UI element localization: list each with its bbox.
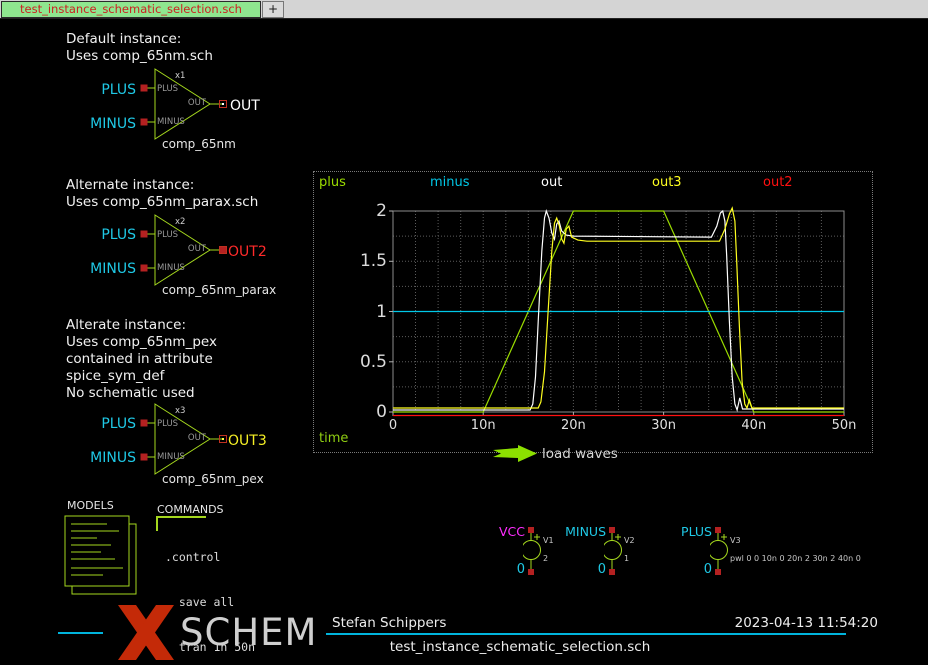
pin-name-minus: MINUS: [157, 452, 185, 462]
y-tick-label: 0: [317, 402, 387, 422]
net-label-plus: PLUS: [74, 416, 136, 432]
title-underline: [326, 633, 846, 635]
net-label-plus: PLUS: [74, 227, 136, 243]
voltage-source-symbol: [604, 527, 628, 575]
x-tick-label: 20n: [548, 418, 598, 433]
instance1-desc-line: Uses comp_65nm.sch: [66, 48, 213, 64]
xschem-logo-text: SCHEM: [180, 611, 317, 654]
x-tick-label: 30n: [639, 418, 689, 433]
timestamp: 2023-04-13 11:54:20: [690, 615, 878, 631]
y-tick-label: 1.5: [317, 251, 387, 271]
pin-name-out: OUT: [176, 433, 206, 443]
legend-out2: out2: [763, 175, 793, 190]
net-label-out: OUT: [230, 98, 260, 114]
instance1-desc-line: Default instance:: [66, 31, 181, 47]
pin-square: [141, 454, 148, 461]
schematic-canvas[interactable]: Default instance: Uses comp_65nm.sch PLU…: [0, 19, 928, 665]
instance-name: x1: [175, 71, 185, 81]
net-label-out3: OUT3: [228, 433, 267, 449]
tab-bar: test_instance_schematic_selection.sch +: [0, 0, 928, 19]
pin-name-out: OUT: [176, 244, 206, 254]
x-tick-label: 40n: [729, 418, 779, 433]
author-name: Stefan Schippers: [332, 615, 446, 631]
xschem-window: test_instance_schematic_selection.sch + …: [0, 0, 928, 665]
net-label-plus: PLUS: [74, 82, 136, 98]
pin-dot: [222, 438, 224, 440]
source-value: 1: [624, 554, 629, 563]
instance2-desc-line: Uses comp_65nm_parax.sch: [66, 194, 258, 210]
pin-square: [141, 119, 148, 126]
net-label-plus: PLUS: [650, 524, 712, 539]
net-label-gnd: 0: [463, 562, 525, 577]
x-tick-label: 10n: [458, 418, 508, 433]
net-label-minus: MINUS: [74, 261, 136, 277]
legend-plus: plus: [319, 175, 346, 190]
y-tick-label: 0.5: [317, 352, 387, 372]
net-label-minus: MINUS: [544, 524, 606, 539]
pin-square: [141, 420, 148, 427]
pin-name-plus: PLUS: [157, 230, 178, 240]
instance3-desc-line: contained in attribute: [66, 351, 213, 367]
instance-name: x2: [175, 217, 185, 227]
pin-name-plus: PLUS: [157, 419, 178, 429]
pin-square: [141, 231, 148, 238]
instance3-desc-line: Alterate instance:: [66, 317, 186, 333]
net-label-vcc: VCC: [463, 524, 525, 539]
instance2-desc-line: Alternate instance:: [66, 177, 194, 193]
code-line: save all: [165, 595, 477, 610]
legend-out: out: [541, 175, 562, 190]
x-tick-label: 50n: [819, 418, 869, 433]
instance-name: x3: [175, 406, 185, 416]
tab-active-schematic[interactable]: test_instance_schematic_selection.sch: [1, 1, 261, 18]
pin-name-minus: MINUS: [157, 117, 185, 127]
legend-out3: out3: [652, 175, 682, 190]
code-line: .control: [165, 550, 477, 565]
net-label-out2: OUT2: [228, 244, 267, 260]
net-label-gnd: 0: [650, 562, 712, 577]
instance3-desc-line: spice_sym_def: [66, 368, 164, 384]
net-label-minus: MINUS: [74, 116, 136, 132]
waveform-plot-svg: [314, 172, 872, 452]
pin-name-out: OUT: [176, 98, 206, 108]
net-label-minus: MINUS: [74, 450, 136, 466]
new-tab-button[interactable]: +: [262, 1, 284, 18]
instance3-desc-line: Uses comp_65nm_pex: [66, 334, 217, 350]
source-name: V3: [730, 536, 741, 545]
symbol-name: comp_65nm_pex: [162, 472, 264, 486]
commands-label: COMMANDS: [157, 503, 224, 516]
source-value: pwl 0 0 10n 0 20n 2 30n 2 40n 0: [730, 554, 861, 563]
x-axis-title: time: [319, 431, 348, 446]
pin-name-minus: MINUS: [157, 263, 185, 273]
instance3-desc-line: No schematic used: [66, 385, 195, 401]
load-waves-arrow-icon[interactable]: [492, 445, 538, 463]
pin-name-plus: PLUS: [157, 84, 178, 94]
symbol-name: comp_65nm: [162, 137, 236, 151]
net-label-gnd: 0: [544, 562, 606, 577]
y-tick-label: 1: [317, 302, 387, 322]
pin-square: [141, 85, 148, 92]
pin-square: [220, 247, 227, 254]
symbol-name: comp_65nm_parax: [162, 283, 276, 297]
pin-square: [141, 265, 148, 272]
load-waves-launcher[interactable]: load waves: [542, 446, 618, 462]
voltage-source-v3[interactable]: PLUS V3 pwl 0 0 10n 0 20n 2 30n 2 40n 0 …: [650, 524, 890, 584]
xschem-logo-x-icon: [112, 605, 180, 660]
schematic-filename: test_instance_schematic_selection.sch: [330, 639, 710, 655]
y-tick-label: 2: [317, 201, 387, 221]
voltage-source-symbol: [710, 527, 734, 575]
legend-minus: minus: [430, 175, 470, 190]
source-name: V2: [624, 536, 635, 545]
pin-dot: [222, 103, 224, 105]
models-label: MODELS: [67, 499, 114, 512]
waveform-graph[interactable]: plus minus out out3 out2 time 0 10n 20n 30n 40n 5…: [313, 171, 873, 453]
green-arrow: [493, 445, 537, 462]
logo-left-line: [58, 632, 103, 634]
models-icon[interactable]: [63, 512, 141, 596]
